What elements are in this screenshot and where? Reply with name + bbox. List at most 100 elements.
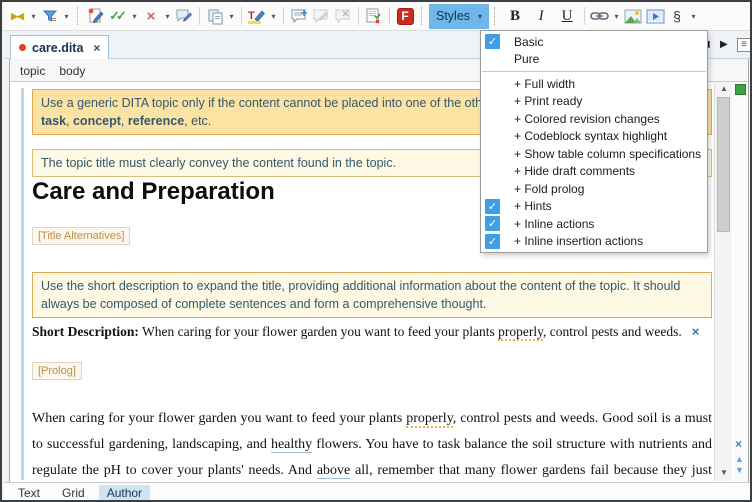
fold-region-bar[interactable] — [21, 88, 24, 480]
styles-menu-item-hints[interactable]: ✓ + Hints — [481, 198, 707, 216]
edit-mode-bar: Text Grid Author — [4, 482, 752, 502]
toolbar-separator — [199, 7, 200, 25]
mode-tab-grid[interactable]: Grid — [54, 485, 93, 501]
validation-status-square — [735, 84, 746, 95]
styles-dropdown-button[interactable]: Styles ▾ — [429, 4, 489, 29]
insert-image-icon[interactable] — [622, 4, 644, 28]
scrollbar-thumb[interactable] — [717, 97, 730, 232]
menu-item-label: + Print ready — [514, 94, 582, 108]
profiling-caret-icon[interactable]: ▾ — [28, 4, 39, 28]
tab-care-dita[interactable]: care.dita × — [10, 35, 109, 59]
next-marker-icon[interactable]: ▼ — [735, 465, 744, 475]
modified-indicator-dot — [19, 44, 26, 51]
link-caret-icon[interactable]: ▾ — [611, 4, 622, 28]
toolbar-separator — [389, 7, 390, 25]
breadcrumb-item-body[interactable]: body — [59, 64, 85, 78]
tab-list-icon[interactable]: ≡ — [737, 38, 751, 52]
copy-caret-icon[interactable]: ▾ — [226, 4, 237, 28]
toolbar-grip — [494, 7, 497, 25]
scroll-down-icon[interactable]: ▼ — [715, 468, 733, 477]
styles-menu-item-pure[interactable]: Pure — [481, 51, 707, 69]
hint-text: , etc. — [184, 114, 211, 128]
tab-title: care.dita — [32, 41, 83, 55]
spellcheck-word: properly — [406, 411, 453, 428]
profiling-condition-icon[interactable]: ▶◀ — [6, 4, 28, 28]
checkmark-icon — [485, 94, 500, 109]
menu-item-label: + Inline actions — [514, 217, 594, 231]
toolbar-grip — [77, 7, 80, 25]
styles-menu-item-show-table-column-specifications[interactable]: + Show table column specifications — [481, 145, 707, 163]
link-icon[interactable] — [589, 4, 611, 28]
menu-item-label: + Hints — [514, 199, 552, 213]
scroll-up-icon[interactable]: ▲ — [715, 84, 733, 93]
breadcrumb-item-topic[interactable]: topic — [20, 64, 45, 78]
styles-menu-item-full-width[interactable]: + Full width — [481, 75, 707, 93]
add-comment-icon[interactable] — [288, 4, 310, 28]
toolbar-separator — [283, 7, 284, 25]
editor-window: ▶◀ ▾ ▾ ✓✓ ▾ × ▾ ▾ T ▾ — [0, 0, 752, 502]
comment-change-icon[interactable] — [173, 4, 195, 28]
track-changes-icon[interactable] — [85, 4, 107, 28]
menu-item-label: Basic — [514, 35, 543, 49]
mode-tab-text[interactable]: Text — [10, 485, 48, 501]
styles-menu-item-inline-insertion-actions[interactable]: ✓ + Inline insertion actions — [481, 233, 707, 251]
styles-menu-item-hide-draft-comments[interactable]: + Hide draft comments — [481, 163, 707, 181]
manage-reviews-icon[interactable] — [363, 4, 385, 28]
checkmark-icon: ✓ — [485, 199, 500, 214]
menu-item-label: + Full width — [514, 77, 575, 91]
vertical-scrollbar[interactable]: ▲ ▼ — [714, 82, 732, 481]
checkmark-icon — [485, 146, 500, 161]
title-alternatives-placeholder[interactable]: [Title Alternatives] — [32, 227, 130, 245]
edit-comment-icon[interactable] — [310, 4, 332, 28]
styles-menu-item-basic[interactable]: ✓ Basic — [481, 33, 707, 51]
form-controls-icon[interactable]: F — [394, 4, 416, 28]
styles-menu-item-print-ready[interactable]: + Print ready — [481, 93, 707, 111]
tab-close-icon[interactable]: × — [93, 41, 100, 55]
short-description-text: , control pests and weeds. — [543, 324, 682, 339]
filter-caret-icon[interactable]: ▾ — [61, 4, 72, 28]
previous-marker-icon[interactable]: ▲ — [735, 454, 744, 464]
paragraph-marks-icon[interactable]: § — [666, 4, 688, 28]
insert-media-icon[interactable] — [644, 4, 666, 28]
overview-ruler: × ▲ ▼ — [733, 82, 748, 481]
topic-title[interactable]: Care and Preparation — [32, 178, 275, 206]
prolog-placeholder[interactable]: [Prolog] — [32, 362, 82, 380]
linked-word: healthy — [271, 437, 312, 453]
styles-button-label: Styles — [436, 9, 470, 23]
accept-change-caret-icon[interactable]: ▾ — [129, 4, 140, 28]
hint-text: The topic title must clearly convey the … — [41, 156, 396, 170]
underline-button[interactable]: U — [554, 4, 580, 28]
accept-change-icon[interactable]: ✓✓ — [107, 4, 129, 28]
checkmark-icon: ✓ — [485, 216, 500, 231]
toolbar-separator — [584, 7, 585, 25]
menu-item-label: + Hide draft comments — [514, 164, 635, 178]
mode-tab-author[interactable]: Author — [99, 485, 150, 501]
remove-short-description-icon[interactable]: × — [692, 324, 700, 339]
menu-item-label: + Codeblock syntax highlight — [514, 129, 667, 143]
svg-text:T: T — [248, 10, 255, 22]
checkmark-icon — [485, 129, 500, 144]
checkmark-icon — [485, 111, 500, 126]
styles-dropdown-menu: ✓ Basic Pure + Full width + Print ready … — [480, 30, 708, 253]
styles-menu-item-colored-revision-changes[interactable]: + Colored revision changes — [481, 110, 707, 128]
linked-word: above — [317, 463, 350, 479]
copy-icon[interactable] — [204, 4, 226, 28]
short-description-line[interactable]: Short Description: When caring for your … — [32, 324, 714, 340]
styles-menu-item-codeblock-syntax-highlight[interactable]: + Codeblock syntax highlight — [481, 128, 707, 146]
styles-menu-item-fold-prolog[interactable]: + Fold prolog — [481, 180, 707, 198]
bold-button[interactable]: B — [502, 4, 528, 28]
remove-comment-icon[interactable] — [332, 4, 354, 28]
reject-change-caret-icon[interactable]: ▾ — [162, 4, 173, 28]
hint-bold-reference: reference — [128, 114, 184, 128]
short-description-text: When caring for your flower garden you w… — [139, 324, 498, 339]
menu-item-label: + Inline insertion actions — [514, 234, 643, 248]
reject-change-icon[interactable]: × — [140, 4, 162, 28]
scroll-tabs-right-icon[interactable]: ▶ — [720, 39, 728, 50]
highlight-icon[interactable]: T — [246, 4, 268, 28]
highlight-caret-icon[interactable]: ▾ — [268, 4, 279, 28]
italic-button[interactable]: I — [528, 4, 554, 28]
paragraph-caret-icon[interactable]: ▾ — [688, 4, 699, 28]
clear-markers-icon[interactable]: × — [735, 437, 742, 451]
filter-icon[interactable] — [39, 4, 61, 28]
styles-menu-item-inline-actions[interactable]: ✓ + Inline actions — [481, 215, 707, 233]
